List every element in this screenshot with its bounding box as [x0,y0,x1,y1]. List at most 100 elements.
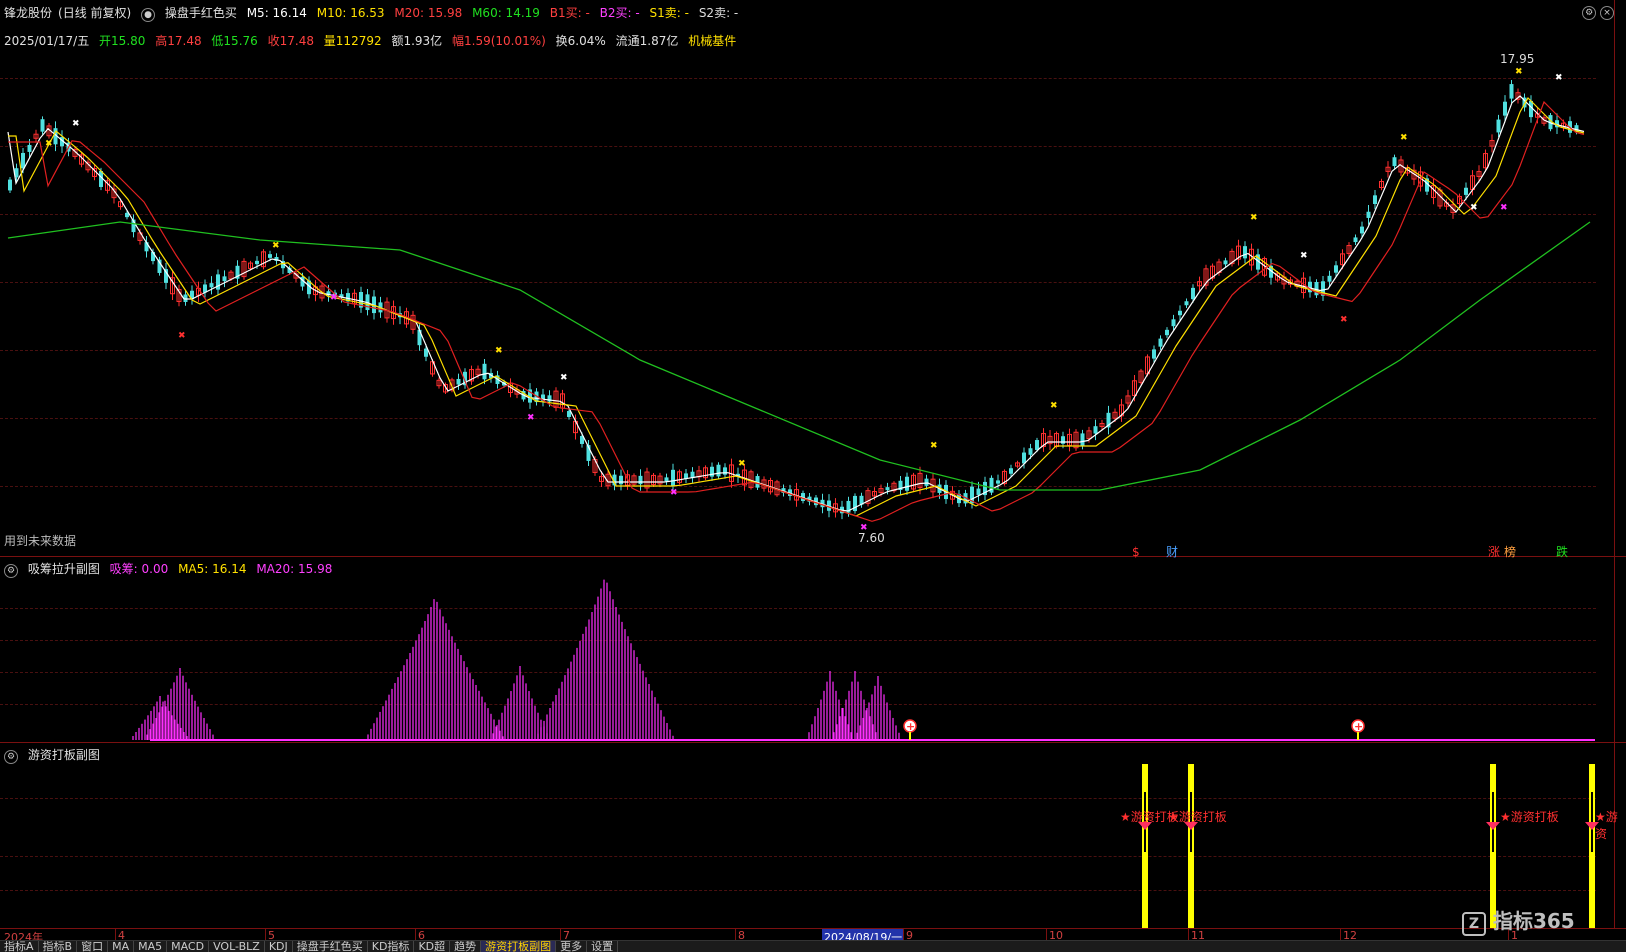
candle-body [638,475,643,485]
candle-body [222,276,227,282]
candle-body [1223,260,1228,265]
candle-body [268,254,272,258]
signal-mark: ✖ [738,459,746,469]
ma10-line [8,97,1585,517]
sub2-label-4: ★游资 [1595,810,1618,841]
watermark-icon: Z [1462,912,1486,936]
sub2-chart[interactable] [0,742,1626,928]
sub1-plus-sign: + [1354,720,1363,733]
candle-body [1243,246,1247,259]
candle-body [716,464,721,477]
candle-body [1360,226,1364,234]
candle-body [1392,157,1397,167]
tab-11[interactable]: 趋势 [450,941,482,952]
candle-body [1327,275,1332,282]
candle-body [1334,265,1338,273]
signal-mark: ✖ [1050,401,1058,411]
future-data-note: 用到未来数据 [4,534,77,548]
signal-mark: ✖ [178,331,186,341]
tab-8[interactable]: 操盘手红色买 [293,941,368,952]
tab-4[interactable]: MA5 [134,941,168,952]
sub1-chart[interactable]: + + [0,556,1626,742]
candle-body [1152,349,1156,359]
candle-body [619,475,623,485]
sub2-label-3: ★游资打板 [1500,810,1559,824]
candle-body [1366,211,1371,218]
signal-mark: ✖ [527,413,535,423]
signal-mark: ✖ [1555,73,1563,83]
candle-body [723,467,727,475]
candle-body [27,144,32,152]
candle-body [924,478,929,486]
low-price-label: 7.60 [858,531,885,545]
tab-3[interactable]: MA [108,941,135,952]
candle-body [1178,310,1182,316]
ma5-line [7,95,1585,512]
candle-body [996,480,1000,484]
tab-14[interactable]: 设置 [587,941,619,952]
signal-mark: ✖ [330,293,338,303]
tab-13[interactable]: 更多 [556,941,588,952]
signal-mark: ✖ [72,119,80,129]
candle-body [40,119,45,132]
tab-1[interactable]: 指标B [39,941,78,952]
tab-5[interactable]: MACD [167,941,210,952]
candle-body [456,378,461,385]
candle-body [1496,119,1501,133]
candle-body [1165,329,1169,336]
candle-body [1171,319,1176,327]
candle-body [885,487,890,491]
tab-10[interactable]: KD超 [414,941,451,952]
candle-body [1009,468,1013,474]
candle-body [1080,433,1085,446]
signal-mark: ✖ [560,373,568,383]
signal-mark: ✖ [45,139,53,149]
candle-body [1373,195,1377,204]
candle-body [8,179,12,191]
candle-body [255,260,259,265]
main-kline-chart[interactable]: ✖✖✖✖✖✖✖✖✖✖✖✖✖✖✖✖✖✖ ✖✖✖ [0,0,1626,556]
candle-body [1464,187,1468,195]
signal-mark: ✖ [1400,133,1408,143]
signal-mark: ✖ [1500,203,1508,213]
candle-body [671,469,675,487]
candle-body [976,488,981,495]
tab-7[interactable]: KDJ [265,941,293,952]
indicator-tab-bar: 指标A 指标B 窗口 MA MA5 MACD VOL-BLZ KDJ 操盘手红色买 KD指标 KD超… [0,940,1626,952]
signal-mark: ✖ [272,241,280,251]
tab-6[interactable]: VOL-BLZ [209,941,265,952]
watermark-text: 指标365 [1492,909,1575,933]
ma60-line [7,221,1591,491]
ma20-line [8,100,1585,522]
watermark-logo: Z 指标365 [1462,905,1575,936]
signal-mark: ✖ [1340,315,1348,325]
signal-mark: ✖ [670,488,678,498]
candle-body [1035,440,1039,450]
candle-body [1028,448,1033,455]
sub1-plus-sign: + [906,720,915,733]
candle-body [1158,338,1163,347]
candle-body [1061,436,1065,444]
signal-mark: ✖ [1250,213,1258,223]
signal-mark: ✖ [495,346,503,356]
candle-body [1184,301,1189,306]
signal-mark: ✖ [1470,203,1478,213]
sub2-flame-icon [1486,822,1500,830]
signal-mark: ✖ [1515,67,1523,77]
candle-body [209,283,214,288]
tab-9[interactable]: KD指标 [368,941,415,952]
tab-12[interactable]: 游资打板副图 [481,941,557,952]
candle-body [905,476,909,491]
high-price-label: 17.95 [1500,52,1535,66]
tab-2[interactable]: 窗口 [77,941,109,952]
tab-0[interactable]: 指标A [0,941,39,952]
candle-body [21,152,25,169]
candle-body [1509,84,1514,99]
signal-mark: ✖ [1300,251,1308,261]
candle-body [1191,287,1195,300]
signal-mark: ✖ [930,441,938,451]
candle-body [1093,426,1098,434]
candle-body [482,363,487,380]
candle-body [664,477,669,482]
sub2-label-2: ★游资打板 [1168,810,1227,824]
